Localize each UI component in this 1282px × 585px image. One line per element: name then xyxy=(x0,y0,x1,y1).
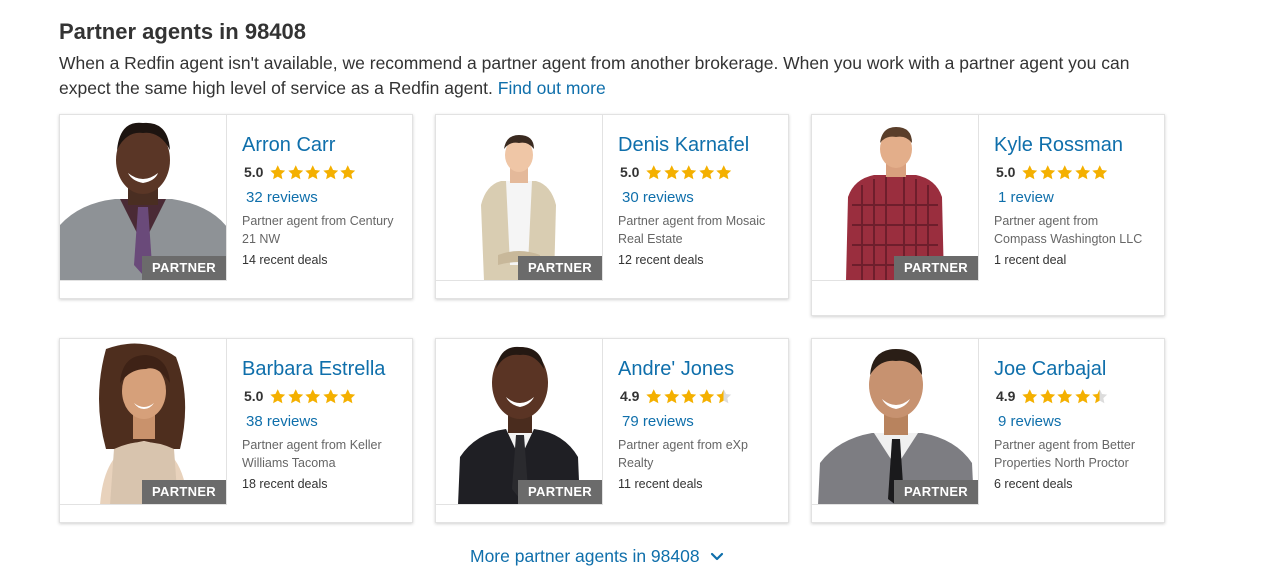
agent-card[interactable]: PARTNER Barbara Estrella 5.0 38 reviews … xyxy=(59,338,413,523)
chevron-down-icon xyxy=(710,552,723,560)
reviews-link[interactable]: 38 reviews xyxy=(246,412,402,432)
recent-deals: 6 recent deals xyxy=(994,477,1073,491)
partner-badge: PARTNER xyxy=(518,480,602,504)
agent-name[interactable]: Denis Karnafel xyxy=(618,132,778,158)
rating-value: 4.9 xyxy=(996,388,1016,404)
agent-card[interactable]: PARTNER Arron Carr 5.0 32 reviews Partne… xyxy=(59,114,413,299)
find-out-more-link[interactable]: Find out more xyxy=(498,78,606,98)
star-rating xyxy=(269,388,357,405)
star-rating xyxy=(645,388,733,405)
star-icon xyxy=(288,388,304,403)
star-icon xyxy=(664,164,680,179)
star-icon xyxy=(270,164,286,179)
brokerage-text: Partner agent from Century 21 NW xyxy=(242,214,394,246)
star-icon xyxy=(681,388,697,403)
partner-badge: PARTNER xyxy=(894,256,978,280)
recent-deals: 14 recent deals xyxy=(242,253,328,267)
star-icon xyxy=(305,388,321,403)
reviews-link[interactable]: 79 reviews xyxy=(622,412,778,432)
star-icon xyxy=(270,388,286,403)
agent-name[interactable]: Arron Carr xyxy=(242,132,402,158)
rating: 5.0 xyxy=(994,161,1154,183)
star-icon xyxy=(1057,164,1073,179)
rating: 4.9 xyxy=(994,385,1154,407)
recent-deals: 1 recent deal xyxy=(994,253,1067,267)
reviews-link[interactable]: 1 review xyxy=(998,188,1154,208)
partner-agents-section: Partner agents in 98408 When a Redfin ag… xyxy=(59,18,1169,101)
star-icon xyxy=(1057,388,1073,403)
star-rating xyxy=(645,164,733,181)
agent-photo[interactable]: PARTNER xyxy=(436,115,603,281)
agent-card[interactable]: PARTNER Kyle Rossman 5.0 1 review Partne… xyxy=(811,114,1165,316)
agent-card[interactable]: PARTNER Andre' Jones 4.9 79 reviews Part… xyxy=(435,338,789,523)
star-icon xyxy=(699,388,715,403)
brokerage-text: Partner agent from Mosaic Real Estate xyxy=(618,214,766,246)
agent-name[interactable]: Kyle Rossman xyxy=(994,132,1154,158)
star-icon xyxy=(1092,164,1108,179)
agent-photo[interactable]: PARTNER xyxy=(60,115,227,281)
partner-badge: PARTNER xyxy=(142,480,226,504)
star-icon xyxy=(340,164,356,179)
reviews-link[interactable]: 9 reviews xyxy=(998,412,1154,432)
star-icon xyxy=(305,164,321,179)
agent-photo[interactable]: PARTNER xyxy=(60,339,227,505)
star-icon xyxy=(1092,388,1108,403)
star-icon xyxy=(646,388,662,403)
agent-name[interactable]: Joe Carbajal xyxy=(994,356,1154,382)
section-description: When a Redfin agent isn't available, we … xyxy=(59,51,1149,101)
reviews-link[interactable]: 30 reviews xyxy=(622,188,778,208)
recent-deals: 12 recent deals xyxy=(618,253,704,267)
rating: 5.0 xyxy=(618,161,778,183)
rating: 5.0 xyxy=(242,385,402,407)
star-icon xyxy=(340,388,356,403)
agent-photo[interactable]: PARTNER xyxy=(812,115,979,281)
brokerage-text: Partner agent from Better Properties Nor… xyxy=(994,438,1136,470)
partner-badge: PARTNER xyxy=(894,480,978,504)
star-icon xyxy=(288,164,304,179)
agent-name[interactable]: Andre' Jones xyxy=(618,356,778,382)
rating-value: 5.0 xyxy=(244,388,264,404)
more-link-label: More partner agents in 98408 xyxy=(470,546,700,566)
rating-value: 5.0 xyxy=(244,164,264,180)
partner-badge: PARTNER xyxy=(142,256,226,280)
star-icon xyxy=(699,164,715,179)
section-title: Partner agents in 98408 xyxy=(59,19,307,44)
agent-name[interactable]: Barbara Estrella xyxy=(242,356,402,382)
rating-value: 5.0 xyxy=(620,164,640,180)
star-rating xyxy=(269,164,357,181)
star-icon xyxy=(323,164,339,179)
star-rating xyxy=(1021,164,1109,181)
agent-card[interactable]: PARTNER Denis Karnafel 5.0 30 reviews Pa… xyxy=(435,114,789,299)
star-icon xyxy=(716,388,732,403)
star-icon xyxy=(1040,164,1056,179)
star-icon xyxy=(1040,388,1056,403)
brokerage-text: Partner agent from Compass Washington LL… xyxy=(994,214,1143,246)
partner-badge: PARTNER xyxy=(518,256,602,280)
rating: 5.0 xyxy=(242,161,402,183)
brokerage-text: Partner agent from Keller Williams Tacom… xyxy=(242,438,382,470)
rating-value: 5.0 xyxy=(996,164,1016,180)
star-icon xyxy=(716,164,732,179)
reviews-link[interactable]: 32 reviews xyxy=(246,188,402,208)
recent-deals: 11 recent deals xyxy=(618,477,703,491)
agent-photo[interactable]: PARTNER xyxy=(812,339,979,505)
star-icon xyxy=(1022,164,1038,179)
more-partner-agents-link[interactable]: More partner agents in 98408 xyxy=(470,546,724,567)
star-icon xyxy=(323,388,339,403)
recent-deals: 18 recent deals xyxy=(242,477,328,491)
star-icon xyxy=(646,164,662,179)
agent-card[interactable]: PARTNER Joe Carbajal 4.9 9 reviews Partn… xyxy=(811,338,1165,523)
brokerage-text: Partner agent from eXp Realty xyxy=(618,438,748,470)
star-icon xyxy=(1075,388,1091,403)
star-icon xyxy=(1022,388,1038,403)
star-icon xyxy=(681,164,697,179)
star-icon xyxy=(1075,164,1091,179)
star-icon xyxy=(664,388,680,403)
rating-value: 4.9 xyxy=(620,388,640,404)
agent-photo[interactable]: PARTNER xyxy=(436,339,603,505)
star-rating xyxy=(1021,388,1109,405)
rating: 4.9 xyxy=(618,385,778,407)
